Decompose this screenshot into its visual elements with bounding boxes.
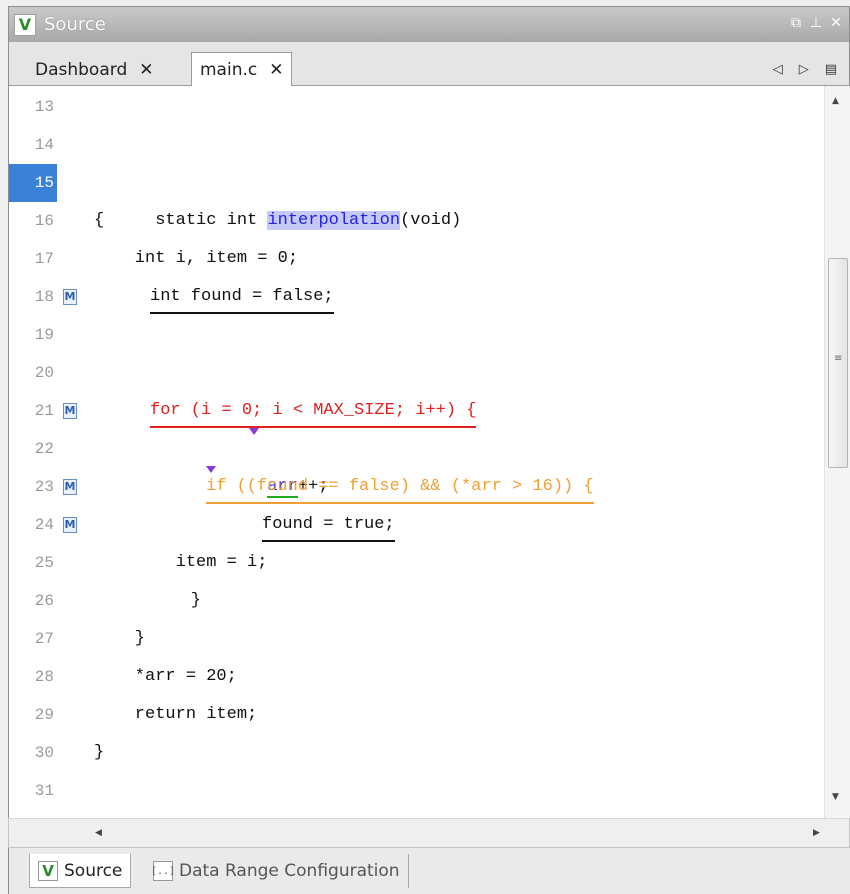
code-text[interactable]: return item; [94,696,257,734]
code-line: 21 M for (i = 0; i < MAX_SIZE; i++) { [9,392,809,435]
tab-dashboard[interactable]: Dashboard ✕ [27,54,161,86]
metric-badge-icon[interactable]: M [63,403,77,419]
line-number[interactable]: 14 [9,126,57,164]
close-icon[interactable]: ✕ [829,15,843,31]
previous-tab-icon[interactable]: ◁ [773,62,783,77]
code-line: 31 [9,772,809,810]
code-line: 19 [9,316,809,354]
line-number[interactable]: 20 [9,354,57,392]
metric-badge-icon[interactable]: M [63,289,77,305]
scroll-up-icon[interactable]: ▲ [832,96,839,106]
code-text-red-defect[interactable]: for (i = 0; i < MAX_SIZE; i++) { [150,394,477,428]
code-line: 20 [9,354,809,392]
bottom-tab-source[interactable]: V Source [29,854,132,888]
grip-icon: ≡ [834,353,843,364]
code-text[interactable]: static int interpolation(void) [94,164,461,230]
window-controls: ⧉ ⊥ ✕ [789,15,843,31]
code-text-underlined[interactable]: found = true; [262,508,395,542]
bottom-tab-data-range-configuration[interactable]: [..] Data Range Configuration [145,854,409,888]
code-line: 17 int i, item = 0; [9,240,809,278]
tab-bar: Dashboard ✕ main.c ✕ ◁ ▷ ▤ [8,42,850,87]
code-line: 16 { [9,202,809,240]
vertical-scrollbar[interactable]: ▲ ≡ ▼ [824,86,850,818]
metric-badge-icon[interactable]: M [63,517,77,533]
line-number[interactable]: 26 [9,582,57,620]
pin-icon[interactable]: ⊥ [809,15,823,31]
code-line: 18 M int found = false; [9,278,809,316]
code-line: 28 *arr = 20; [9,658,809,696]
vertical-scroll-thumb[interactable]: ≡ [828,258,848,468]
horizontal-scrollbar[interactable]: ◀ ▶ [8,818,850,848]
line-number[interactable]: 17 [9,240,57,278]
line-number[interactable]: 28 [9,658,57,696]
code-text[interactable]: } [94,734,104,772]
source-icon: V [38,860,58,881]
line-number-active[interactable]: 15 [9,164,57,202]
code-editor[interactable]: 13 14 15 static int interpolation(void) … [8,86,850,818]
source-logo-icon: V [14,13,36,36]
next-tab-icon[interactable]: ▷ [799,62,809,77]
code-text-underlined[interactable]: int found = false; [150,280,334,314]
code-line: 24 M found = true; [9,506,809,544]
window-title: Source [44,14,106,35]
code-text[interactable]: *arr = 20; [94,658,237,696]
code-line: 13 [9,88,809,126]
data-range-icon: [..] [151,861,175,881]
line-number[interactable]: 23 [9,468,57,506]
tab-navigation: ◁ ▷ ▤ [773,62,837,77]
line-number[interactable]: 31 [9,772,57,810]
bottom-tab-label: Source [64,860,123,881]
line-number[interactable]: 21 [9,392,57,430]
line-number[interactable]: 18 [9,278,57,316]
code-line: 22 arr++; [9,430,809,498]
restore-icon[interactable]: ⧉ [789,15,803,31]
code-line: 29 return item; [9,696,809,734]
code-line: 25 item = i; [9,544,809,582]
code-text[interactable]: } [150,582,201,620]
code-line-active: 15 static int interpolation(void) [9,164,809,230]
tab-main-c[interactable]: main.c ✕ [191,52,293,87]
code-line: 14 [9,126,809,164]
line-number[interactable]: 13 [9,88,57,126]
bottom-tab-bar: V Source [..] Data Range Configuration [8,848,850,894]
scroll-down-icon[interactable]: ▼ [832,792,839,802]
line-number[interactable]: 19 [9,316,57,354]
close-tab-icon[interactable]: ✕ [269,60,283,80]
scroll-right-icon[interactable]: ▶ [813,828,820,838]
code-text[interactable]: } [94,620,145,658]
line-number[interactable]: 29 [9,696,57,734]
code-text-orange-defect[interactable]: if ((found == false) && (*arr > 16)) { [206,470,594,504]
title-bar: V Source ⧉ ⊥ ✕ [8,6,850,42]
line-number[interactable]: 27 [9,620,57,658]
code-line: 27 } [9,620,809,658]
metric-badge-icon[interactable]: M [63,479,77,495]
line-number[interactable]: 25 [9,544,57,582]
code-text[interactable]: item = i; [94,544,268,582]
line-number[interactable]: 24 [9,506,57,544]
tab-label: Dashboard [35,60,128,80]
tab-label: main.c [200,60,258,80]
bottom-tab-label: Data Range Configuration [179,861,400,881]
code-line: 23 M if ((found == false) && (*arr > 16)… [9,468,809,506]
close-tab-icon[interactable]: ✕ [139,60,153,80]
code-text[interactable]: arr++; [206,430,328,498]
tab-list-menu-icon[interactable]: ▤ [825,62,837,77]
line-number[interactable]: 16 [9,202,57,240]
scroll-left-icon[interactable]: ◀ [95,828,102,838]
line-number[interactable]: 30 [9,734,57,772]
code-line: 30 } [9,734,809,772]
code-text[interactable]: int i, item = 0; [94,240,298,278]
code-line: 26 } [9,582,809,620]
line-number[interactable]: 22 [9,430,57,468]
code-text[interactable]: { [94,202,104,240]
